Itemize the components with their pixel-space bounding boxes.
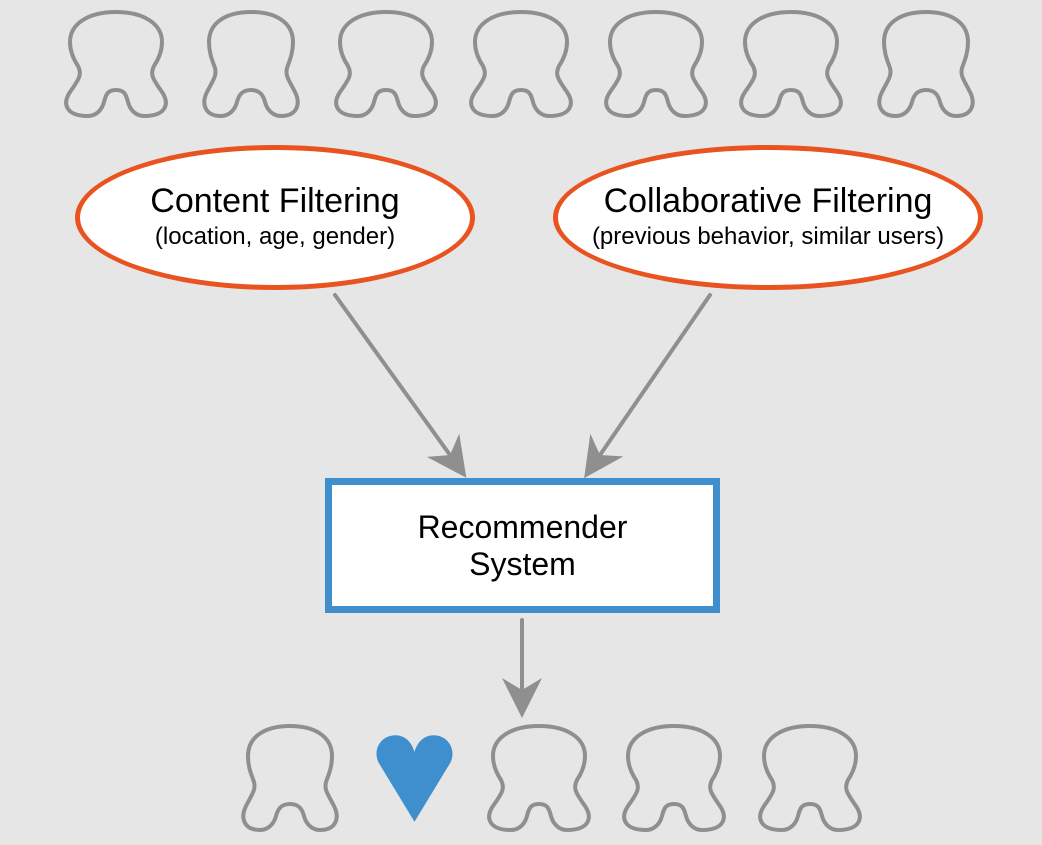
person-icon (479, 722, 599, 832)
arrows-layer (0, 0, 1042, 845)
node-text: Recommender System (418, 509, 628, 583)
arrow-collab-to-recommender (600, 295, 710, 455)
heart-icon (372, 731, 457, 826)
node-recommender-system: Recommender System (325, 478, 720, 613)
diagram-stage: Content Filtering (location, age, gender… (0, 0, 1042, 845)
person-icon (750, 722, 870, 832)
person-icon (230, 722, 350, 832)
person-icon (614, 722, 734, 832)
arrow-content-to-recommender (335, 295, 450, 455)
bottom-users-row (230, 722, 870, 832)
